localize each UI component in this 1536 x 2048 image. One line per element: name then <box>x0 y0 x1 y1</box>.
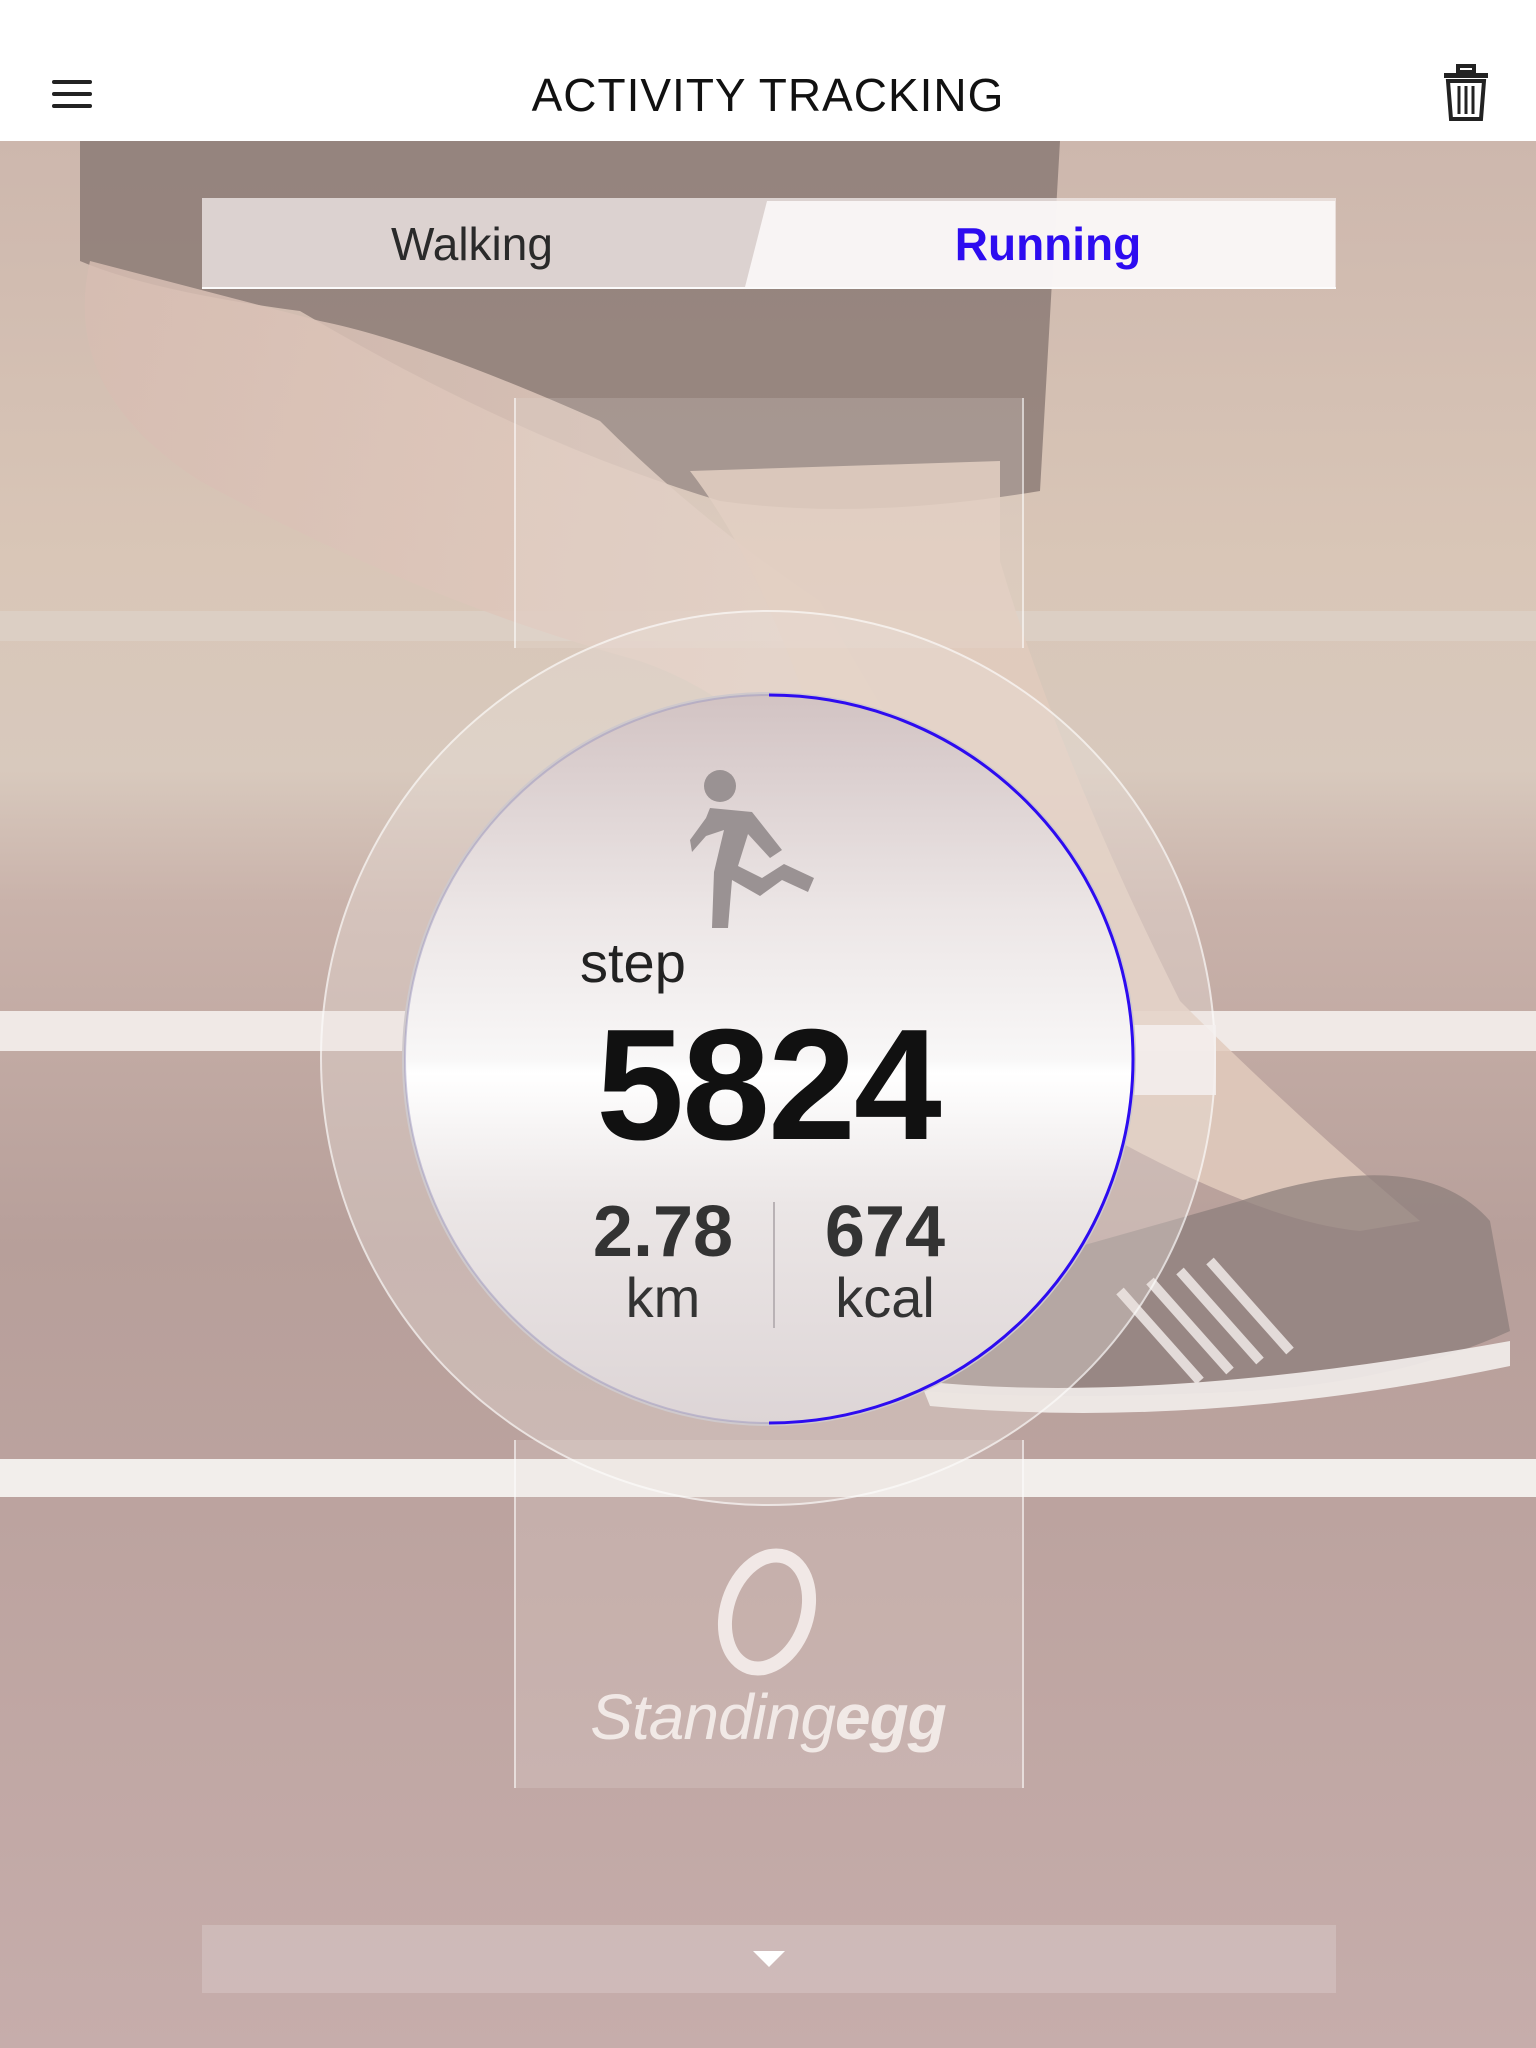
brand-logo-text: Standingegg <box>0 1680 1536 1754</box>
chevron-down-icon <box>753 1951 785 1967</box>
calories-value: 674 <box>824 1192 946 1272</box>
step-label: step <box>580 931 686 994</box>
distance-metric: 2.78 km <box>563 1196 763 1328</box>
top-bar: ACTIVITY TRACKING <box>0 0 1536 141</box>
running-person-icon <box>690 770 814 928</box>
brand-logo-icon <box>717 1548 817 1676</box>
trash-icon[interactable] <box>1440 64 1492 122</box>
distance-value: 2.78 <box>592 1192 734 1272</box>
calories-metric: 674 kcal <box>785 1196 985 1328</box>
metric-divider <box>773 1202 775 1328</box>
distance-unit: km <box>625 1266 701 1329</box>
tab-running[interactable]: Running <box>760 198 1336 289</box>
tab-walking[interactable]: Walking <box>202 198 742 289</box>
expand-details-button[interactable] <box>202 1925 1336 1993</box>
brand-name-bold: egg <box>834 1681 947 1753</box>
calories-unit: kcal <box>835 1266 935 1329</box>
page-title: ACTIVITY TRACKING <box>531 69 1005 121</box>
brand-name-light: Standing <box>590 1681 836 1753</box>
step-count: 5824 <box>596 997 942 1173</box>
